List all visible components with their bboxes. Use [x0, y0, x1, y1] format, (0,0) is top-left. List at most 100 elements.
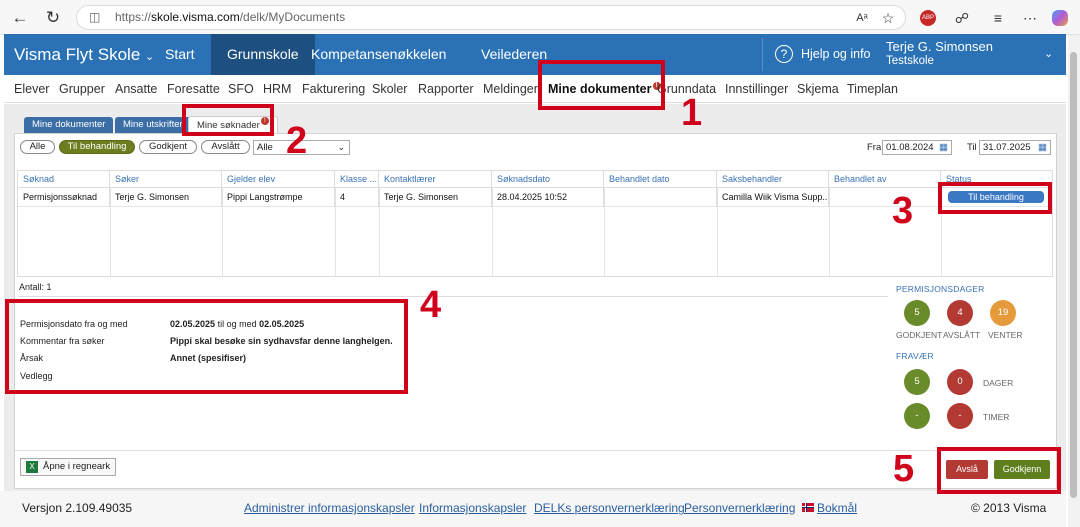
help-link[interactable]: Hjelp og info [801, 34, 871, 75]
calendar-icon[interactable]: ▦ [1038, 141, 1047, 154]
subnav-meldinger[interactable]: Meldinger [483, 82, 538, 96]
from-label: Fra [867, 142, 882, 153]
nav-start[interactable]: Start [165, 34, 195, 75]
lock-icon: ◫ [89, 10, 101, 24]
chevron-down-icon: ⌄ [145, 51, 155, 63]
cell-kontaktlaerer: Terje G. Simonsen [379, 188, 492, 206]
subnav-hrm[interactable]: HRM [263, 82, 291, 96]
godkjent-count: 5 [904, 300, 930, 326]
annotation-box-1 [538, 60, 665, 110]
user-chevron-icon[interactable]: ⌄ [1044, 34, 1053, 75]
extensions-icon[interactable]: ☍ [952, 8, 972, 28]
cell-klasse: 4 [335, 188, 379, 206]
tab-mine-utskrifter[interactable]: Mine utskrifter [115, 117, 191, 133]
subnav-timeplan[interactable]: Timeplan [847, 82, 898, 96]
subnav-sfo[interactable]: SFO [228, 82, 254, 96]
filter-godkjent-button[interactable]: Godkjent [139, 140, 197, 154]
timer-label: TIMER [983, 412, 1010, 422]
footer-link-informasjonskapsler[interactable]: Informasjonskapsler [419, 501, 526, 515]
tab-mine-dokumenter[interactable]: Mine dokumenter [24, 117, 114, 133]
address-bar[interactable]: ◫ https://skole.visma.com/delk/MyDocumen… [76, 5, 906, 30]
footer-link-administrer[interactable]: Administrer informasjonskapsler [244, 501, 415, 515]
filter-select-value: Alle [257, 142, 273, 153]
venter-count: 19 [990, 300, 1016, 326]
annotation-box-2 [182, 104, 274, 136]
subnav-foresatte[interactable]: Foresatte [167, 82, 220, 96]
more-menu-icon[interactable]: ⋯ [1020, 8, 1040, 28]
from-date-input[interactable]: 01.08.2024 ▦ [882, 140, 952, 155]
footer-link-personvern[interactable]: Personvernerklæring [684, 501, 795, 515]
subnav-skjema[interactable]: Skjema [797, 82, 839, 96]
cell-behandlet-av [829, 188, 941, 206]
url-path: /delk/MyDocuments [239, 10, 346, 24]
from-date-value: 01.08.2024 [886, 142, 934, 153]
column-header-behandlet-av[interactable]: Behandlet av [829, 171, 941, 187]
column-header-behandlet-dato[interactable]: Behandlet dato [604, 171, 717, 187]
annotation-box-3 [938, 182, 1052, 214]
favorite-star-icon[interactable]: ☆ [878, 8, 898, 28]
version-text: Versjon 2.109.49035 [22, 501, 133, 515]
cell-saksbehandler: Camilla Wiik Visma Supp... [717, 188, 829, 206]
calendar-icon[interactable]: ▦ [939, 141, 948, 154]
annotation-number-3: 3 [892, 190, 914, 232]
app-header: Visma Flyt Skole ⌄ Start Grunnskole Komp… [4, 34, 1066, 75]
cell-soknadsdato: 28.04.2025 10:52 [492, 188, 604, 206]
avslatt-count: 4 [947, 300, 973, 326]
help-icon[interactable]: ? [775, 45, 793, 63]
fravar-dager-green: 5 [904, 369, 930, 395]
user-school: Testskole [886, 55, 934, 67]
copilot-icon[interactable] [1052, 10, 1068, 26]
footer-link-delks-personvern[interactable]: DELKs personvernerklæring [534, 501, 685, 515]
user-name: Terje G. Simonsen [886, 39, 993, 54]
annotation-box-4 [5, 299, 408, 394]
subnav-skoler[interactable]: Skoler [372, 82, 407, 96]
chevron-down-icon: ⌄ [337, 142, 345, 152]
venter-label: VENTER [988, 330, 1023, 340]
nav-kompetansenokkelen[interactable]: Kompetansenøkkelen [311, 34, 446, 75]
subnav-fakturering[interactable]: Fakturering [302, 82, 365, 96]
column-header-soknadsdato[interactable]: Søknadsdato [492, 171, 604, 187]
scrollbar-thumb[interactable] [1070, 52, 1077, 498]
footer [0, 491, 1066, 527]
excel-icon: X [26, 461, 38, 473]
subnav-innstillinger[interactable]: Innstillinger [725, 82, 788, 96]
to-date-value: 31.07.2025 [983, 142, 1031, 153]
subnav-elever[interactable]: Elever [14, 82, 49, 96]
column-header-saksbehandler[interactable]: Saksbehandler [717, 171, 829, 187]
permisjonsdager-title: PERMISJONSDAGER [896, 284, 985, 294]
column-header-soker[interactable]: Søker [110, 171, 222, 187]
language-link[interactable]: Bokmål [817, 501, 857, 515]
app-title[interactable]: Visma Flyt Skole ⌄ [14, 34, 154, 75]
column-header-gjelder-elev[interactable]: Gjelder elev [222, 171, 335, 187]
column-header-kontaktlaerer[interactable]: Kontaktlærer [379, 171, 492, 187]
column-header-soknad[interactable]: Søknad [18, 171, 110, 187]
browser-toolbar: ← ↻ ◫ https://skole.visma.com/delk/MyDoc… [0, 0, 1080, 35]
fravar-timer-red: - [947, 403, 973, 429]
subnav-ansatte[interactable]: Ansatte [115, 82, 157, 96]
filter-til-behandling-button[interactable]: Til behandling [59, 140, 135, 154]
annotation-number-5: 5 [893, 448, 915, 490]
annotation-number-4: 4 [420, 284, 442, 326]
subnav-rapporter[interactable]: Rapporter [418, 82, 474, 96]
godkjent-label: GODKJENT [896, 330, 943, 340]
adblock-icon[interactable]: ABP [920, 10, 936, 26]
back-arrow-icon[interactable]: ← [9, 7, 31, 29]
user-menu[interactable]: Terje G. Simonsen Testskole [886, 40, 993, 68]
column-header-klasse[interactable]: Klasse ... [335, 171, 379, 187]
dager-label: DAGER [983, 378, 1014, 388]
to-label: Til [967, 142, 977, 153]
cell-soknad: Permisjonssøknad [18, 188, 110, 206]
refresh-icon[interactable]: ↻ [42, 7, 64, 29]
filter-alle-button[interactable]: Alle [20, 140, 55, 154]
fravar-timer-green: - [904, 403, 930, 429]
nav-grunnskole[interactable]: Grunnskole [211, 34, 315, 75]
favorites-list-icon[interactable]: ≡ [988, 8, 1008, 28]
filter-avslatt-button[interactable]: Avslått [201, 140, 250, 154]
norway-flag-icon [802, 503, 814, 512]
annotation-box-5 [937, 447, 1061, 494]
fravar-title: FRAVÆR [896, 351, 934, 361]
reader-view-icon[interactable]: Aᵃ [852, 8, 872, 28]
subnav-grupper[interactable]: Grupper [59, 82, 105, 96]
to-date-input[interactable]: 31.07.2025 ▦ [979, 140, 1051, 155]
open-spreadsheet-button[interactable]: X Åpne i regneark [20, 458, 116, 476]
